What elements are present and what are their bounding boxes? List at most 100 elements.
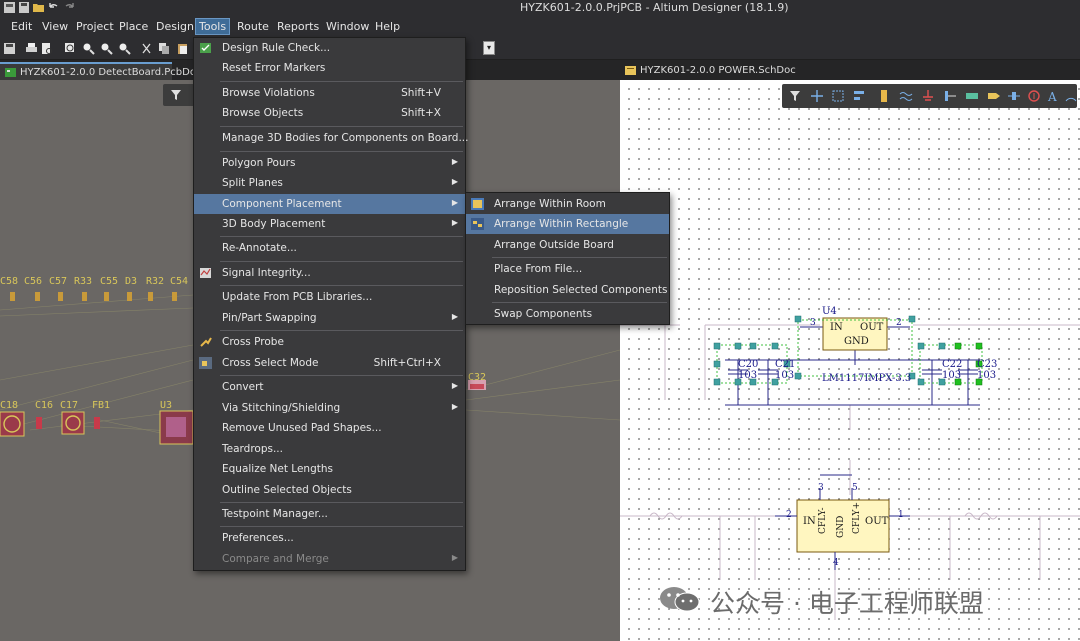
- menu-item-browse-violations[interactable]: Browse Violations Shift+V: [194, 83, 465, 103]
- submenu-arrow-icon: ▶: [451, 177, 458, 186]
- app-icon: [4, 2, 15, 13]
- u4-pin2: 2: [896, 318, 902, 328]
- menu-tools[interactable]: Tools: [195, 18, 231, 35]
- submenu-item-arrange-within-room[interactable]: Arrange Within Room: [466, 194, 669, 214]
- menu-separator: [220, 261, 463, 262]
- toolbar-dropdown[interactable]: ▾: [483, 41, 495, 55]
- cut-icon[interactable]: [140, 42, 153, 55]
- c21-value: 103: [775, 370, 795, 381]
- zoom-filter-icon[interactable]: [118, 42, 131, 55]
- watermark-text: 公众号 · 电子工程师联盟: [710, 589, 984, 618]
- u4-pin-out: OUT: [860, 322, 884, 333]
- pcb-doc-icon: [5, 68, 16, 77]
- menu-item-cross-select-mode[interactable]: Cross Select Mode Shift+Ctrl+X: [194, 353, 465, 373]
- menu-item-update-from-pcb-libraries[interactable]: Update From PCB Libraries...: [194, 287, 465, 307]
- u5-cfly-plus: CFLY+: [852, 501, 862, 534]
- menu-item-design-rule-check[interactable]: Design Rule Check...: [194, 38, 465, 58]
- menu-item-via-stitching[interactable]: Via Stitching/Shielding ▶: [194, 398, 465, 418]
- u5-pin-in: IN: [803, 516, 816, 527]
- submenu-arrow-icon: ▶: [451, 402, 458, 411]
- open-folder-icon[interactable]: [32, 1, 45, 14]
- redo-icon[interactable]: [63, 1, 76, 14]
- c20-ref: C20: [738, 359, 759, 370]
- submenu-arrow-icon: ▶: [451, 381, 458, 390]
- print-icon[interactable]: [25, 42, 38, 55]
- copy-icon[interactable]: [158, 42, 171, 55]
- menu-edit[interactable]: Edit: [9, 20, 34, 33]
- document-tabs: HYZK601-2.0.0 DetectBoard.PcbDoc * HYZK6…: [0, 60, 1080, 80]
- u5-pin-out: OUT: [865, 516, 889, 527]
- menu-item-pin-part-swapping[interactable]: Pin/Part Swapping ▶: [194, 308, 465, 328]
- wechat-logo-icon: [660, 587, 700, 612]
- u5-cfly-minus: CFLY-: [818, 507, 828, 534]
- menu-separator: [220, 285, 463, 286]
- menu-item-convert[interactable]: Convert ▶: [194, 377, 465, 397]
- menu-item-polygon-pours[interactable]: Polygon Pours ▶: [194, 153, 465, 173]
- tab-pcb-document[interactable]: HYZK601-2.0.0 DetectBoard.PcbDoc *: [0, 62, 210, 80]
- menu-item-component-placement[interactable]: Component Placement ▶: [194, 194, 465, 214]
- submenu-item-arrange-outside-board[interactable]: Arrange Outside Board: [466, 235, 669, 255]
- tab-schematic-document[interactable]: HYZK601-2.0.0 POWER.SchDoc: [620, 62, 796, 80]
- menu-window[interactable]: Window: [324, 20, 371, 33]
- schematic-editor-canvas[interactable]: A U4 3 2 IN OUT GND LM1117IMPX-3.3 C20 1…: [620, 80, 1080, 641]
- menu-route[interactable]: Route: [235, 20, 271, 33]
- pcb-ref-fb1: FB1: [92, 400, 111, 411]
- submenu-item-arrange-within-rectangle[interactable]: Arrange Within Rectangle: [466, 214, 669, 234]
- menu-separator: [220, 502, 463, 503]
- zoom-icon[interactable]: [82, 42, 95, 55]
- menu-view[interactable]: View: [40, 20, 70, 33]
- pcb-ref-c54: C54: [170, 276, 189, 287]
- schematic-drawing: [620, 315, 1080, 620]
- arrange-room-icon: [471, 198, 484, 210]
- menu-separator: [220, 375, 463, 376]
- pcb-ref-u3: U3: [160, 400, 173, 411]
- c23-ref: C23: [977, 359, 998, 370]
- menu-item-remove-unused-pad-shapes[interactable]: Remove Unused Pad Shapes...: [194, 418, 465, 438]
- menu-item-re-annotate[interactable]: Re-Annotate...: [194, 238, 465, 258]
- menu-item-3d-body-placement[interactable]: 3D Body Placement ▶: [194, 214, 465, 234]
- zoom-selected-icon[interactable]: [100, 42, 113, 55]
- main-toolbar: ▾: [0, 38, 1080, 60]
- u5-pin2: 2: [786, 510, 792, 520]
- save-all-icon[interactable]: [18, 1, 31, 14]
- zoom-area-icon[interactable]: [64, 42, 77, 55]
- submenu-item-reposition-selected[interactable]: Reposition Selected Components: [466, 280, 669, 300]
- submenu-arrow-icon: ▶: [451, 198, 458, 207]
- undo-icon[interactable]: [47, 1, 60, 14]
- u5-gnd: GND: [836, 515, 846, 538]
- pcb-ref-r32: R32: [146, 276, 165, 287]
- menu-design[interactable]: Design: [154, 20, 196, 33]
- menu-project[interactable]: Project: [74, 20, 116, 33]
- menu-item-teardrops[interactable]: Teardrops...: [194, 439, 465, 459]
- submenu-item-swap-components[interactable]: Swap Components: [466, 304, 669, 324]
- menu-item-outline-selected-objects[interactable]: Outline Selected Objects: [194, 480, 465, 500]
- u5-pin5: 5: [852, 483, 858, 493]
- arrange-rect-icon: [471, 218, 484, 230]
- menu-item-preferences[interactable]: Preferences...: [194, 528, 465, 548]
- menu-reports[interactable]: Reports: [275, 20, 321, 33]
- submenu-arrow-icon: ▶: [451, 157, 458, 166]
- paste-icon[interactable]: [176, 42, 189, 55]
- menu-item-equalize-net-lengths[interactable]: Equalize Net Lengths: [194, 459, 465, 479]
- menu-help[interactable]: Help: [373, 20, 402, 33]
- menu-item-signal-integrity[interactable]: Signal Integrity...: [194, 263, 465, 283]
- u4-pin3: 3: [810, 318, 816, 328]
- menu-item-split-planes[interactable]: Split Planes ▶: [194, 173, 465, 193]
- c22-value: 103: [942, 370, 962, 381]
- u5-pin4: 4: [833, 558, 839, 568]
- u4-part: LM1117IMPX-3.3: [822, 373, 912, 384]
- menu-place[interactable]: Place: [117, 20, 150, 33]
- pcb-ref-d3: D3: [125, 276, 138, 287]
- cross-probe-icon: [200, 337, 212, 347]
- submenu-item-place-from-file[interactable]: Place From File...: [466, 259, 669, 279]
- menu-item-testpoint-manager[interactable]: Testpoint Manager...: [194, 504, 465, 524]
- save-icon[interactable]: [3, 42, 16, 55]
- print-preview-icon[interactable]: [40, 42, 53, 55]
- c21-ref: C21: [775, 359, 796, 370]
- menu-item-manage-3d-bodies[interactable]: Manage 3D Bodies for Components on Board…: [194, 128, 468, 148]
- menu-item-browse-objects[interactable]: Browse Objects Shift+X: [194, 103, 465, 123]
- menu-item-cross-probe[interactable]: Cross Probe: [194, 332, 465, 352]
- pcb-ref-c16: C16: [35, 400, 54, 411]
- menu-item-reset-error-markers[interactable]: Reset Error Markers: [194, 58, 465, 78]
- title-bar: HYZK601-2.0.0.PrjPCB - Altium Designer (…: [0, 0, 1080, 17]
